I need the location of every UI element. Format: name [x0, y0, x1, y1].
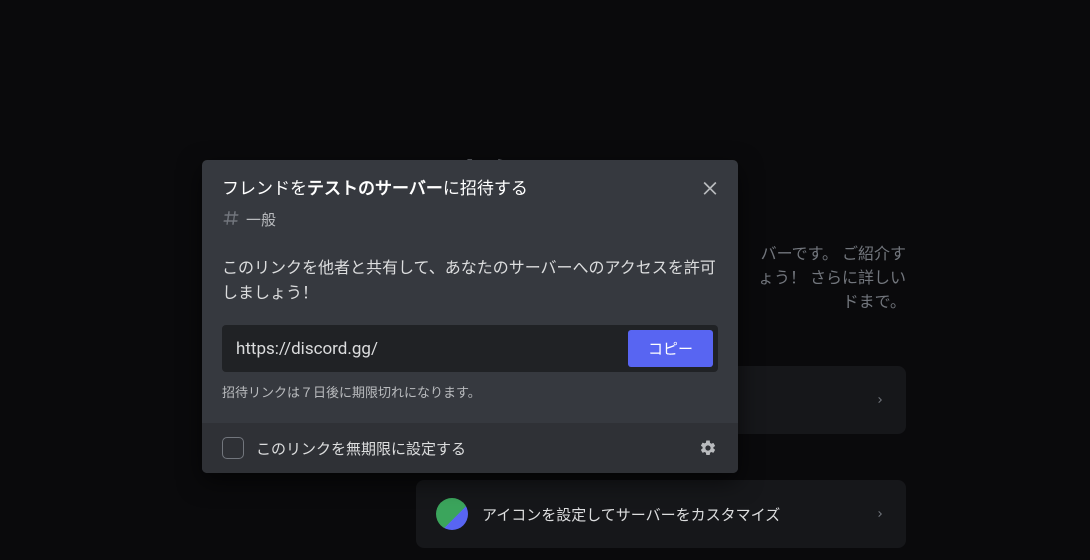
modal-title: フレンドをテストのサーバーに招待する	[222, 178, 718, 202]
hash-icon	[222, 208, 240, 232]
expiry-note: 招待リンクは７日後に期限切れになります。	[222, 382, 718, 401]
onboarding-card-customize[interactable]: アイコンを設定してサーバーをカスタマイズ	[416, 480, 906, 548]
share-description: このリンクを他者と共有して、あなたのサーバーへのアクセスを許可しましょう！	[222, 256, 718, 306]
gear-icon	[699, 439, 717, 457]
never-expire-label: このリンクを無期限に設定する	[256, 438, 686, 459]
invite-link-input[interactable]	[236, 339, 628, 359]
invite-link-row: コピー	[222, 325, 718, 372]
modal-body: このリンクを他者と共有して、あなたのサーバーへのアクセスを許可しましょう！ コピ…	[202, 240, 738, 424]
customize-icon	[436, 498, 468, 530]
modal-header: フレンドをテストのサーバーに招待する 一般	[202, 160, 738, 240]
never-expire-checkbox[interactable]	[222, 437, 244, 459]
onboarding-card-label: アイコンを設定してサーバーをカスタマイズ	[482, 504, 780, 525]
chevron-right-icon	[874, 390, 886, 411]
modal-footer: このリンクを無期限に設定する	[202, 423, 738, 473]
channel-name: 一般	[246, 209, 276, 230]
copy-button[interactable]: コピー	[628, 330, 713, 367]
close-button[interactable]	[698, 176, 722, 200]
invite-modal: フレンドをテストのサーバーに招待する 一般 このリンクを他者と共有して、あなたの…	[202, 160, 738, 473]
chevron-right-icon	[874, 504, 886, 525]
settings-button[interactable]	[698, 438, 718, 458]
modal-channel: 一般	[222, 208, 718, 232]
